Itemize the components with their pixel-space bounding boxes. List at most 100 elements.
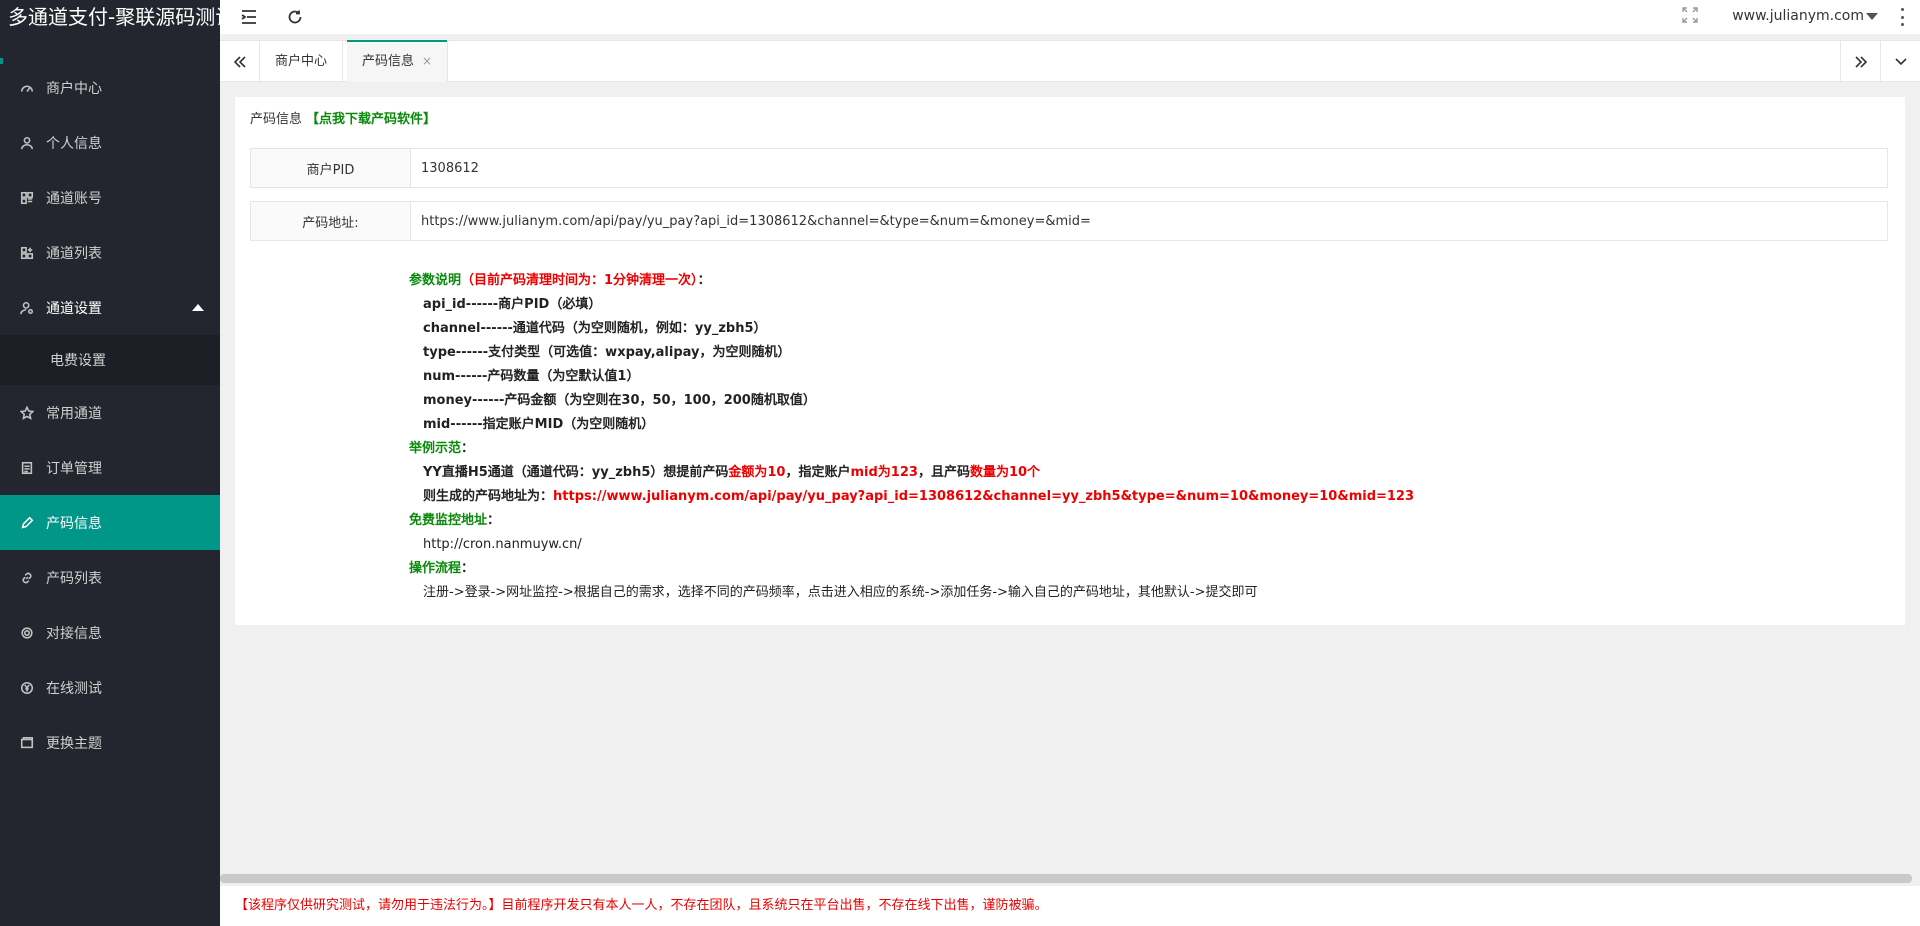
code-url-value[interactable]: https://www.julianym.com/api/pay/yu_pay?… [411, 202, 1887, 240]
monitor-colon: ： [487, 513, 501, 528]
sidebar-item-change-theme[interactable]: 更换主题 [0, 715, 220, 770]
yen-icon [20, 681, 34, 695]
example-text: YY直播H5通道（通道代码：yy_zbh5）想提前产码 [423, 465, 729, 480]
card-header: 产码信息 【点我下载产码软件】 [250, 108, 436, 127]
flow-colon: ： [461, 561, 475, 576]
pid-label: 商户PID [251, 149, 411, 187]
example-highlight: 金额为10 [728, 465, 786, 480]
pid-value[interactable]: 1308612 [411, 149, 1887, 187]
link-icon [20, 571, 34, 585]
example-line: YY直播H5通道（通道代码：yy_zbh5）想提前产码金额为10，指定账户mid… [409, 461, 1414, 485]
monitor-title: 免费监控地址 [409, 513, 488, 528]
tab-label: 商户中心 [275, 54, 328, 69]
app-title: 多通道支付-聚联源码测试 [8, 5, 220, 29]
flow-text: 注册->登录->网址监控->根据自己的需求，选择不同的产码频率，点击进入相应的系… [423, 585, 1258, 600]
tabs-menu-button[interactable] [1880, 41, 1920, 82]
sidebar-item-orders[interactable]: 订单管理 [0, 440, 220, 495]
dashboard-icon [20, 81, 34, 95]
example-text: ，指定账户 [785, 465, 851, 480]
sidebar-item-favorite-channels[interactable]: 常用通道 [0, 385, 220, 440]
sidebar-item-label: 通道设置 [46, 300, 102, 317]
footer-disclaimer: 【该程序仅供研究测试，请勿用于违法行为。】目前程序开发只有本人一人，不存在团队，… [220, 886, 1920, 926]
tab-bar: 商户中心 产码信息 × [220, 40, 1920, 82]
sidebar-item-merchant-center[interactable]: 商户中心 [0, 60, 220, 115]
instructions: 参数说明（目前产码清理时间为：1分钟清理一次）： api_id------商户P… [409, 269, 1414, 605]
sidebar-item-label: 产码列表 [46, 570, 102, 587]
sidebar-item-profile[interactable]: 个人信息 [0, 115, 220, 170]
example-heading: 举例示范： [409, 437, 1414, 461]
sidebar-item-label: 商户中心 [46, 80, 102, 97]
sidebar-item-channel-list[interactable]: 通道列表 [0, 225, 220, 280]
menu-toggle-button[interactable] [236, 4, 262, 30]
params-colon: ： [697, 273, 711, 288]
sidebar-menu: 商户中心 个人信息 通道账号 通道列表 通道设置 [0, 60, 220, 335]
more-menu-button[interactable] [1898, 6, 1906, 28]
horizontal-scrollbar[interactable] [220, 874, 1912, 883]
tab-merchant-center[interactable]: 商户中心 [260, 41, 344, 82]
sidebar-item-channel-account[interactable]: 通道账号 [0, 170, 220, 225]
sidebar-item-integration-info[interactable]: 对接信息 [0, 605, 220, 660]
pencil-icon [20, 516, 34, 530]
fullscreen-button[interactable] [1682, 7, 1700, 25]
content-card: 产码信息 【点我下载产码软件】 商户PID 1308612 产码地址: https… [235, 97, 1905, 625]
sidebar-item-label: 个人信息 [46, 135, 102, 152]
sidebar-submenu: 电费设置 [0, 335, 220, 385]
sidebar-item-code-info[interactable]: 产码信息 [0, 495, 220, 550]
code-url-label: 产码地址: [251, 202, 411, 240]
param-line: num------产码数量（为空默认值1） [423, 369, 640, 384]
sidebar-item-label: 在线测试 [46, 680, 102, 697]
example-highlight: mid为123 [850, 465, 918, 480]
caret-up-icon [192, 304, 204, 311]
code-url-row: 产码地址: https://www.julianym.com/api/pay/y… [250, 201, 1888, 241]
sidebar-item-channel-settings[interactable]: 通道设置 [0, 280, 220, 335]
tab-code-info[interactable]: 产码信息 × [347, 40, 449, 82]
document-icon [20, 461, 34, 475]
sidebar-item-label: 通道列表 [46, 245, 102, 262]
sidebar-subitem-electricity-settings[interactable]: 电费设置 [0, 335, 220, 385]
theme-icon [20, 736, 34, 750]
sidebar-item-label: 对接信息 [46, 625, 102, 642]
refresh-icon [288, 10, 302, 24]
apps-icon [20, 246, 34, 260]
monitor-url: http://cron.nanmuyw.cn/ [423, 537, 582, 552]
param-line: type------支付类型（可选值：wxpay,alipay，为空则随机） [423, 345, 791, 360]
sidebar-item-online-test[interactable]: 在线测试 [0, 660, 220, 715]
user-settings-icon [20, 301, 34, 315]
monitor-heading: 免费监控地址： [409, 509, 1414, 533]
gear-icon [20, 626, 34, 640]
menu-fold-icon [241, 10, 256, 24]
grid-icon [20, 191, 34, 205]
sidebar-item-label: 通道账号 [46, 190, 102, 207]
param-line: channel------通道代码（为空则随机，例如：yy_zbh5） [423, 321, 767, 336]
double-chevron-right-icon [1854, 55, 1867, 68]
download-software-link[interactable]: 【点我下载产码软件】 [306, 112, 436, 127]
generated-url: https://www.julianym.com/api/pay/yu_pay?… [553, 489, 1415, 504]
refresh-button[interactable] [282, 4, 308, 30]
top-header: www.julianym.com [220, 0, 1920, 34]
sidebar-item-label: 电费设置 [50, 353, 106, 369]
tab-close-icon[interactable]: × [422, 54, 432, 68]
tabs-scroll-left-button[interactable] [220, 41, 260, 82]
caret-down-icon[interactable] [1866, 13, 1878, 20]
star-icon [20, 405, 34, 420]
generated-url-line: 则生成的产码地址为：https://www.julianym.com/api/p… [409, 485, 1414, 509]
example-text: ，且产码 [917, 465, 970, 480]
chevron-down-icon [1894, 57, 1907, 65]
sidebar-item-label: 产码信息 [46, 515, 102, 532]
flow-title: 操作流程 [409, 561, 462, 576]
example-colon: ： [461, 441, 475, 456]
sidebar-item-label: 订单管理 [46, 460, 102, 477]
tabs-scroll-right-button[interactable] [1840, 41, 1880, 82]
param-line: money------产码金额（为空则在30，50，100，200随机取值） [423, 393, 816, 408]
tab-label: 产码信息 [362, 54, 415, 69]
double-chevron-left-icon [233, 55, 246, 68]
site-name[interactable]: www.julianym.com [1732, 8, 1864, 24]
param-line: mid------指定账户MID（为空则随机） [423, 417, 655, 432]
params-heading: 参数说明（目前产码清理时间为：1分钟清理一次）： [409, 269, 1414, 293]
sidebar: 多通道支付-聚联源码测试 商户中心 个人信息 通道账号 通道列表 通道设置 电费… [0, 0, 220, 926]
flow-heading: 操作流程： [409, 557, 1414, 581]
sidebar-item-code-list[interactable]: 产码列表 [0, 550, 220, 605]
example-title: 举例示范 [409, 441, 462, 456]
sidebar-item-label: 更换主题 [46, 735, 102, 752]
example-highlight: 数量为10个 [969, 465, 1041, 480]
